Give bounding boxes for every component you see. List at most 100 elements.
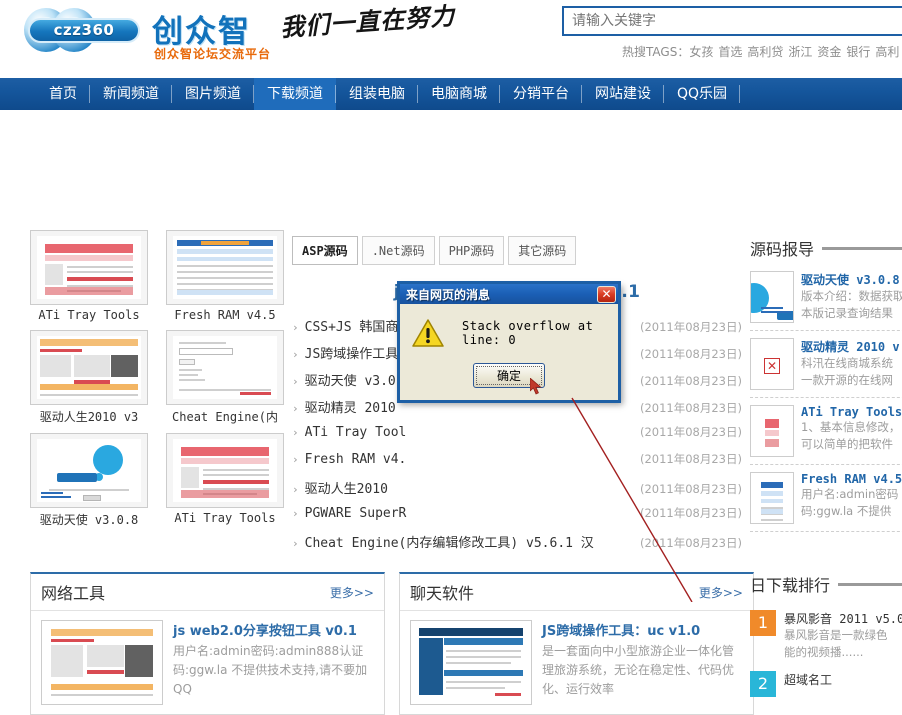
source-category-tabs[interactable]: ASP源码 .Net源码 PHP源码 其它源码 <box>292 236 742 265</box>
download-name[interactable]: › ATi Tray Tool <box>292 425 406 440</box>
thumbnail-image[interactable] <box>166 230 284 305</box>
nav-item-7[interactable]: 网站建设 <box>582 78 664 110</box>
close-icon[interactable]: ✕ <box>597 285 616 303</box>
warning-triangle-icon <box>412 318 444 348</box>
javascript-alert-dialog[interactable]: 来自网页的消息 ✕ Stack overflow at line: 0 确定 <box>397 281 621 403</box>
sidebar-item-title[interactable]: ATi Tray Tools <box>801 405 902 419</box>
dialog-message: Stack overflow at line: 0 <box>462 319 594 347</box>
thumbnail-image[interactable] <box>30 230 148 305</box>
thumbnail-card[interactable]: ATi Tray Tools <box>30 230 148 322</box>
nav-item-1[interactable]: 新闻频道 <box>90 78 172 110</box>
panel-body: JS跨域操作工具：uc v1.0 是一套面向中小型旅游企业一体化管理旅游系统，无论… <box>400 611 753 714</box>
thumbnail-image[interactable] <box>30 433 148 508</box>
page-header: czz360 创众智 创众智论坛交流平台 我们一直在努力 热搜TAGS：女孩首选… <box>0 0 902 78</box>
thumbnail-image[interactable] <box>30 330 148 405</box>
thumbnail-caption[interactable]: Fresh RAM v4.5 <box>166 308 284 322</box>
download-date: (2011年08月23日) <box>639 482 742 496</box>
rank-item-title[interactable]: 暴风影音 2011 v5.0 <box>784 610 902 627</box>
hot-tag-1[interactable]: 首选 <box>718 45 742 59</box>
panel-thumbnail[interactable] <box>41 620 163 705</box>
nav-item-5[interactable]: 电脑商城 <box>418 78 500 110</box>
sidebar-news-item[interactable]: Fresh RAM v4.5 用户名:admin密码 码:ggw.la 不提供 <box>750 465 902 532</box>
thumbnail-caption[interactable]: ATi Tray Tools <box>30 308 148 322</box>
nav-item-3[interactable]: 下载频道 <box>254 78 336 110</box>
chevron-right-icon: › <box>292 426 299 439</box>
nav-item-6[interactable]: 分销平台 <box>500 78 582 110</box>
rank-item[interactable]: 2 超域名工 <box>750 671 902 697</box>
site-logo[interactable]: czz360 创众智 创众智论坛交流平台 <box>22 4 272 64</box>
sidebar-news-item[interactable]: 驱动天使 v3.0.8 版本介绍：数据获取 本版记录查询结果 <box>750 264 902 331</box>
dialog-footer: 确定 <box>400 363 618 388</box>
panel-item-title[interactable]: JS跨域操作工具：uc v1.0 <box>542 620 743 639</box>
hot-tag-4[interactable]: 资金 <box>817 45 841 59</box>
hot-tag-3[interactable]: 浙江 <box>788 45 812 59</box>
download-date: (2011年08月23日) <box>639 425 742 439</box>
thumbnail-card[interactable]: ATi Tray Tools <box>166 433 284 528</box>
thumbnail-card[interactable]: 驱动天使 v3.0.8 <box>30 433 148 528</box>
sidebar-thumbnail[interactable] <box>750 271 794 323</box>
chevron-right-icon: › <box>292 507 299 520</box>
thumbnail-image[interactable] <box>166 330 284 405</box>
sidebar-item-desc-line2: 本版记录查询结果 <box>801 306 893 320</box>
logo-subtitle: 创众智论坛交流平台 <box>154 47 272 61</box>
tab-3[interactable]: 其它源码 <box>508 236 577 265</box>
download-name-text: 驱动精灵 2010 <box>304 401 396 416</box>
nav-item-4[interactable]: 组装电脑 <box>336 78 418 110</box>
panel-thumbnail[interactable] <box>410 620 532 705</box>
dialog-body: Stack overflow at line: 0 <box>400 304 618 348</box>
hot-tag-6[interactable]: 高利 <box>875 45 899 59</box>
thumbnail-caption[interactable]: ATi Tray Tools <box>166 511 284 525</box>
thumbnail-caption[interactable]: 驱动人生2010 v3 <box>30 408 148 425</box>
main-navigation[interactable]: 首页 新闻频道 图片频道 下载频道 组装电脑 电脑商城 分销平台 网站建设 QQ乐园 <box>0 78 902 110</box>
main-content: ATi Tray Tools Fresh RAM v4.5 驱动人生2010 v3 C… <box>0 110 902 715</box>
hot-tags-label: 热搜TAGS： <box>622 45 690 59</box>
site-slogan: 我们一直在努力 <box>279 0 456 43</box>
hot-tag-0[interactable]: 女孩 <box>689 45 713 59</box>
rank-number-badge: 2 <box>750 671 776 697</box>
rank-number-badge: 1 <box>750 610 776 636</box>
download-name[interactable]: › 驱动精灵 2010 <box>292 397 396 416</box>
download-row: › PGWARE SuperR (2011年08月23日) <box>292 505 742 532</box>
hot-tag-2[interactable]: 高利贷 <box>747 45 783 59</box>
panel-title: 网络工具 <box>41 584 106 603</box>
rank-item[interactable]: 1 暴风影音 2011 v5.0 暴风影音是一款绿色 能的视频播...... <box>750 610 902 661</box>
dialog-titlebar[interactable]: 来自网页的消息 ✕ <box>397 281 621 304</box>
download-name[interactable]: › Fresh RAM v4. <box>292 452 406 467</box>
sidebar-thumbnail[interactable]: ✕ <box>750 338 794 390</box>
download-date: (2011年08月23日) <box>639 536 742 550</box>
sidebar-item-title[interactable]: 驱动天使 v3.0.8 <box>801 271 902 288</box>
nav-item-2[interactable]: 图片频道 <box>172 78 254 110</box>
panel-more-link[interactable]: 更多>> <box>699 584 743 601</box>
search-box[interactable] <box>562 6 902 36</box>
tab-0[interactable]: ASP源码 <box>292 236 358 265</box>
content-panel: 网络工具 更多>> js web2.0分享按钮工具 v0.1 用户名:admin密码:… <box>30 572 385 715</box>
panel-item-title[interactable]: js web2.0分享按钮工具 v0.1 <box>173 620 374 639</box>
sidebar-news-item[interactable]: ATi Tray Tools 1、基本信息修改， 可以简单的把软件 <box>750 398 902 465</box>
thumbnail-card[interactable]: 驱动人生2010 v3 <box>30 330 148 425</box>
search-input[interactable] <box>564 8 902 34</box>
rank-item-title[interactable]: 超域名工 <box>784 671 832 688</box>
sidebar-news-item[interactable]: ✕ 驱动精灵 2010 v 科汛在线商城系统 一款开源的在线网 <box>750 331 902 398</box>
download-name[interactable]: › 驱动人生2010 <box>292 478 388 497</box>
nav-item-0[interactable]: 首页 <box>36 78 90 110</box>
thumbnail-grid: ATi Tray Tools Fresh RAM v4.5 驱动人生2010 v3 C… <box>30 230 285 528</box>
sidebar-thumbnail[interactable] <box>750 472 794 524</box>
thumbnail-card[interactable]: Fresh RAM v4.5 <box>166 230 284 322</box>
hot-tag-5[interactable]: 银行 <box>846 45 870 59</box>
bottom-panels: 网络工具 更多>> js web2.0分享按钮工具 v0.1 用户名:admin密码:… <box>30 572 754 715</box>
sidebar-item-title[interactable]: Fresh RAM v4.5 <box>801 472 902 486</box>
panel-more-link[interactable]: 更多>> <box>330 584 374 601</box>
download-name[interactable]: › Cheat Engine(内存编辑修改工具) v5.6.1 汉 <box>292 532 594 551</box>
rank-item-desc-line2: 能的视频播...... <box>784 645 864 659</box>
thumbnail-image[interactable] <box>166 433 284 508</box>
thumbnail-caption[interactable]: 驱动天使 v3.0.8 <box>30 511 148 528</box>
thumbnail-card[interactable]: Cheat Engine(内 <box>166 330 284 425</box>
tab-2[interactable]: PHP源码 <box>438 236 505 265</box>
download-name[interactable]: › PGWARE SuperR <box>292 506 406 521</box>
sidebar-item-desc-line1: 用户名:admin密码 <box>801 487 899 501</box>
sidebar-thumbnail[interactable] <box>750 405 794 457</box>
thumbnail-caption[interactable]: Cheat Engine(内 <box>166 408 284 425</box>
tab-1[interactable]: .Net源码 <box>361 236 435 265</box>
sidebar-item-title[interactable]: 驱动精灵 2010 v <box>801 338 900 355</box>
nav-item-8[interactable]: QQ乐园 <box>664 78 741 110</box>
